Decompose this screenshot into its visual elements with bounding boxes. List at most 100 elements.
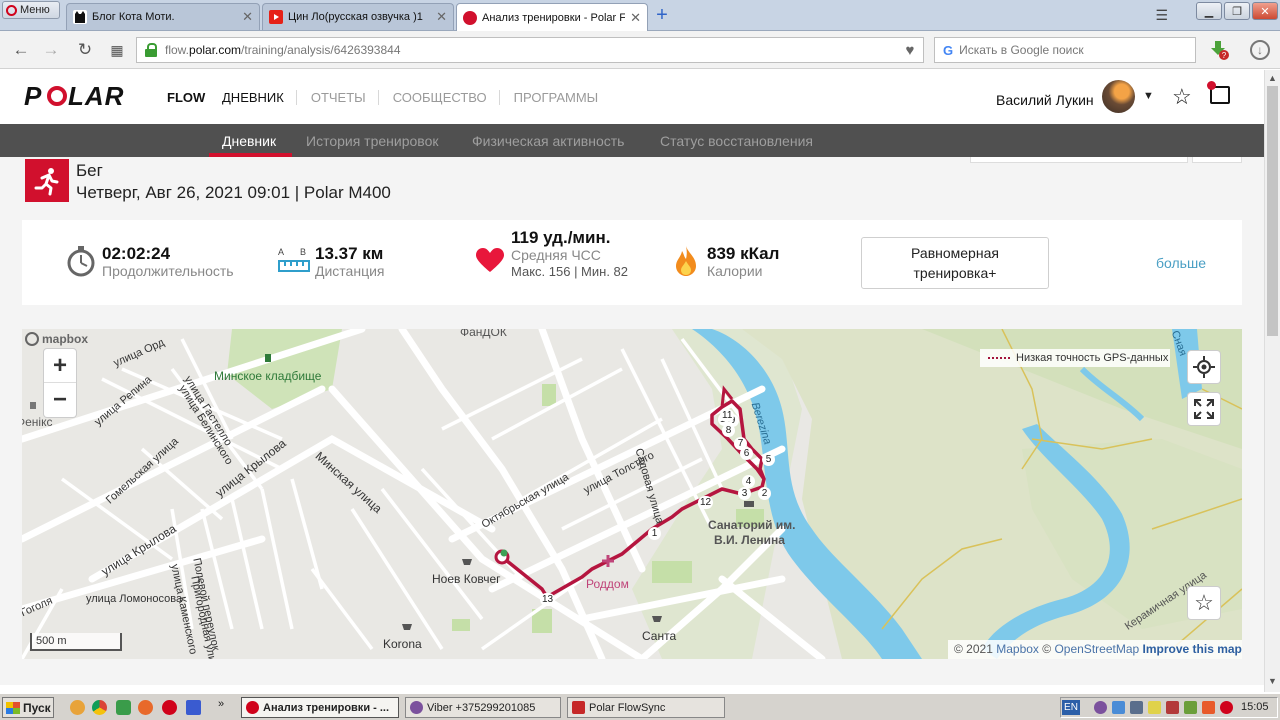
- svg-text:P: P: [24, 84, 42, 110]
- speed-dial-icon[interactable]: ▦: [108, 41, 126, 59]
- map-scale: 500 m: [30, 633, 122, 651]
- opera-icon[interactable]: [162, 700, 177, 715]
- save-icon[interactable]: [186, 700, 201, 715]
- km-marker: 5: [762, 453, 775, 466]
- task-viber[interactable]: Viber +375299201085: [405, 697, 561, 718]
- new-tab-icon[interactable]: +: [652, 5, 672, 26]
- chrome-icon[interactable]: [92, 700, 107, 715]
- nav-diary[interactable]: ДНЕВНИК: [222, 90, 297, 105]
- tab-menu-icon[interactable]: ☰: [1155, 7, 1168, 24]
- km-marker: 4: [742, 475, 755, 488]
- chevron-down-icon[interactable]: ▼: [1143, 90, 1154, 102]
- close-icon[interactable]: ✕: [436, 9, 447, 25]
- shield-icon[interactable]: [1166, 701, 1179, 714]
- stopwatch-icon: [66, 244, 96, 281]
- km-marker: 13: [540, 593, 556, 606]
- subnav-history[interactable]: История тренировок: [306, 133, 438, 149]
- forward-icon[interactable]: →: [42, 41, 60, 59]
- favorites-star-icon[interactable]: ☆: [1172, 84, 1192, 110]
- maximize-icon[interactable]: ❐: [1224, 2, 1250, 20]
- osm-link[interactable]: OpenStreetMap: [1054, 642, 1139, 656]
- firefox-icon[interactable]: [138, 700, 153, 715]
- tray-icon[interactable]: [1184, 701, 1197, 714]
- polar-logo[interactable]: P LAR: [24, 81, 150, 117]
- viber-tray-icon[interactable]: [1094, 701, 1107, 714]
- scroll-down-icon[interactable]: ▼: [1268, 676, 1277, 686]
- partial-button[interactable]: [1192, 157, 1242, 163]
- download-icon[interactable]: ?: [1208, 39, 1230, 61]
- duration-value: 02:02:24: [102, 244, 171, 263]
- calories-label: Калории: [707, 263, 763, 279]
- point-b-label: B: [299, 247, 306, 257]
- subnav-activity[interactable]: Физическая активность: [472, 133, 624, 149]
- chevron-right-icon[interactable]: »: [218, 698, 233, 713]
- subnav-diary[interactable]: Дневник: [222, 133, 276, 149]
- nav-programs[interactable]: ПРОГРАММЫ: [514, 90, 611, 105]
- hr-value: 119 уд./мин.: [511, 228, 611, 247]
- mapbox-logo[interactable]: mapbox: [25, 332, 88, 346]
- tab-training-analysis[interactable]: Анализ тренировки - Polar F ✕: [456, 3, 648, 31]
- tray-icon[interactable]: [1130, 701, 1143, 714]
- flow-label: FLOW: [167, 90, 206, 105]
- scroll-up-icon[interactable]: ▲: [1268, 73, 1277, 83]
- downloads-status-icon[interactable]: ↓: [1250, 40, 1270, 60]
- minimize-icon[interactable]: ▁: [1196, 2, 1222, 20]
- opera-menu-label: Меню: [20, 4, 50, 16]
- favorite-route-button[interactable]: ☆: [1188, 587, 1220, 619]
- session-date: Четверг, Авг 26, 2021 09:01 | Polar M400: [76, 183, 391, 202]
- windows-icon: [6, 701, 20, 714]
- close-icon[interactable]: ✕: [630, 10, 641, 26]
- user-name[interactable]: Василий Лукин: [996, 92, 1094, 108]
- flowsync-icon: [572, 701, 585, 714]
- opera-icon: [246, 701, 259, 714]
- gps-legend: Низкая точность GPS-данных: [980, 349, 1170, 367]
- tray-icon[interactable]: [1202, 701, 1215, 714]
- route-map[interactable]: 12345678910111213 ФанДОК Минское кладбищ…: [22, 329, 1242, 659]
- partial-button[interactable]: [970, 157, 1188, 163]
- tab-blog[interactable]: Блог Кота Моти. ✕: [66, 3, 260, 30]
- address-bar: ← → ↻ ▦ flow.polar.com/training/analysis…: [0, 31, 1280, 69]
- quicklaunch-icon[interactable]: [116, 700, 131, 715]
- running-icon: [25, 159, 69, 202]
- fullscreen-button[interactable]: [1188, 393, 1220, 425]
- training-analysis: Бег Четверг, Авг 26, 2021 09:01 | Polar …: [0, 157, 1264, 685]
- km-marker: 3: [738, 487, 751, 500]
- opera-menu-button[interactable]: Меню: [2, 1, 60, 19]
- start-button[interactable]: Пуск: [2, 697, 54, 718]
- vertical-scrollbar[interactable]: ▲ ▼: [1264, 70, 1280, 692]
- sport-title: Бег: [76, 161, 103, 180]
- nav-reports[interactable]: ОТЧЕТЫ: [311, 90, 379, 105]
- task-flowsync[interactable]: Polar FlowSync: [567, 697, 725, 718]
- task-opera[interactable]: Анализ тренировки - ...: [241, 697, 399, 718]
- map-label: Минское кладбище: [214, 369, 322, 383]
- nav-community[interactable]: СООБЩЕСТВО: [393, 90, 500, 105]
- clock: 15:05: [1241, 701, 1269, 713]
- more-link[interactable]: больше: [1156, 255, 1206, 271]
- bookmark-heart-icon[interactable]: ♥: [896, 37, 924, 63]
- zoom-out-button[interactable]: −: [44, 383, 76, 417]
- close-icon[interactable]: ✕: [242, 9, 253, 25]
- google-search-field[interactable]: G Искать в Google поиск: [934, 37, 1196, 63]
- tray-icon[interactable]: [1112, 701, 1125, 714]
- reload-icon[interactable]: ↻: [76, 41, 94, 59]
- back-icon[interactable]: ←: [12, 41, 30, 59]
- zoom-in-button[interactable]: +: [44, 349, 76, 383]
- scroll-thumb[interactable]: [1267, 86, 1278, 336]
- mapbox-link[interactable]: Mapbox: [996, 642, 1039, 656]
- training-benefit-button[interactable]: Равномерная тренировка+: [861, 237, 1049, 289]
- quicklaunch-icon[interactable]: [70, 700, 85, 715]
- locate-button[interactable]: [1188, 351, 1220, 383]
- opera-tray-icon[interactable]: [1220, 701, 1233, 714]
- km-marker: 12: [698, 496, 714, 509]
- url-field[interactable]: flow.polar.com/training/analysis/6426393…: [136, 37, 924, 63]
- locate-icon: [1193, 356, 1215, 378]
- google-icon: G: [943, 42, 954, 58]
- tray-icon[interactable]: [1148, 701, 1161, 714]
- subnav-recovery[interactable]: Статус восстановления: [660, 133, 813, 149]
- avatar[interactable]: [1102, 80, 1135, 113]
- window-close-icon[interactable]: ✕: [1252, 2, 1278, 20]
- url-text: flow.polar.com/training/analysis/6426393…: [165, 43, 401, 57]
- improve-map-link[interactable]: Improve this map: [1143, 642, 1242, 656]
- tab-video[interactable]: Цин Ло(русская озвучка )1 ✕: [262, 3, 454, 30]
- training-benefit-label: Равномерная тренировка+: [911, 245, 999, 281]
